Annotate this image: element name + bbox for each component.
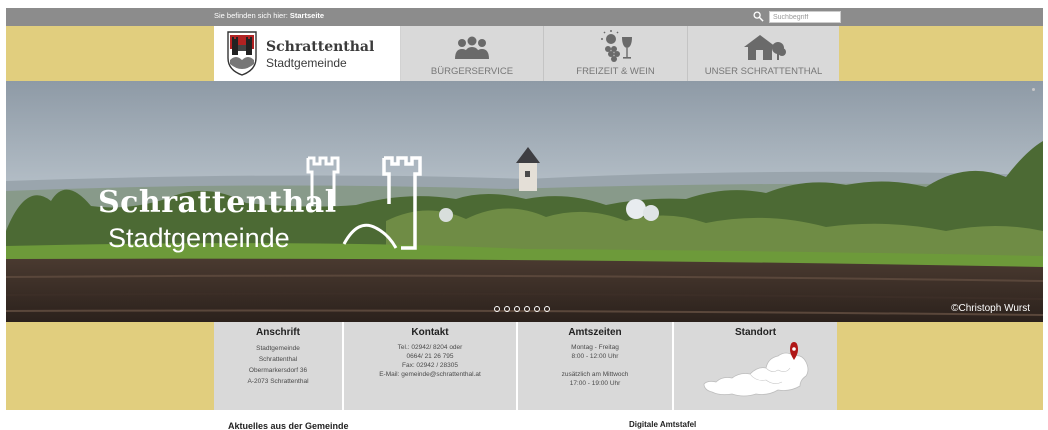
search-input[interactable] (769, 11, 841, 23)
logo-title: Schrattenthal (266, 39, 375, 55)
hero-slider[interactable]: Schrattenthal Stadtgemeinde ©Christoph W… (6, 81, 1043, 322)
info-band: Anschrift Stadtgemeinde Schrattenthal Ob… (6, 322, 1043, 410)
contact-email[interactable]: E-Mail: gemeinde@schrattenthal.at (344, 370, 516, 379)
slider-dots (494, 306, 550, 312)
main-content: Aktuelles aus der Gemeinde Digitale Amts… (213, 410, 835, 430)
hours-line: 17:00 - 19:00 Uhr (569, 380, 621, 387)
breadcrumb-current[interactable]: Startseite (290, 11, 324, 20)
logo-subtitle: Stadtgemeinde (266, 56, 347, 70)
nav-label: BÜRGERSERVICE (430, 66, 514, 77)
nav-buergerservice[interactable]: BÜRGERSERVICE (401, 26, 544, 81)
location-tile[interactable]: Standort (674, 322, 837, 410)
contact-tile: Kontakt Tel.: 02942/ 8204 oder 0664/ 21 … (344, 322, 518, 410)
slider-dot[interactable] (494, 306, 500, 312)
slider-dot[interactable] (544, 306, 550, 312)
hours-tile: Amtszeiten Montag - Freitag 8:00 - 12:00… (518, 322, 674, 410)
slider-dot[interactable] (524, 306, 530, 312)
coat-of-arms-icon (227, 31, 257, 76)
slider-dot[interactable] (504, 306, 510, 312)
nav-label: UNSER SCHRATTENTHAL (704, 66, 823, 77)
people-icon (455, 36, 489, 59)
address-line: Schrattenthal (258, 356, 298, 363)
contact-mobile[interactable]: 0664/ 21 26 795 (344, 352, 516, 361)
hours-line: Montag - Freitag (571, 344, 619, 351)
search-icon[interactable] (753, 11, 764, 22)
address-line: Obermarkersdorf 36 (248, 367, 308, 374)
slider-dot[interactable] (534, 306, 540, 312)
nav-freizeit-wein[interactable]: FREIZEIT & WEIN (544, 26, 688, 81)
site-logo[interactable]: Schrattenthal Stadtgemeinde (214, 26, 401, 81)
photo-credit: ©Christoph Wurst (951, 303, 1030, 314)
address-title: Anschrift (256, 327, 300, 338)
slider-dot[interactable] (514, 306, 520, 312)
address-tile: Anschrift Stadtgemeinde Schrattenthal Ob… (214, 322, 344, 410)
info-tiles: Anschrift Stadtgemeinde Schrattenthal Ob… (214, 322, 837, 410)
austria-map-icon[interactable] (702, 340, 812, 402)
nav-label: FREIZEIT & WEIN (576, 66, 655, 77)
notice-board-title: Digitale Amtstafel (629, 420, 697, 429)
nav-unser-schrattenthal[interactable]: UNSER SCHRATTENTHAL (688, 26, 839, 81)
hero-logo-subtitle: Stadtgemeinde (108, 223, 290, 253)
contact-phone[interactable]: Tel.: 02942/ 8204 oder (344, 343, 516, 352)
hero-logo-title: Schrattenthal (98, 185, 337, 220)
house-tree-icon (743, 35, 786, 60)
contact-title: Kontakt (411, 327, 449, 338)
address-line: Stadtgemeinde (256, 345, 300, 352)
breadcrumb-prefix: Sie befinden sich hier: (214, 11, 288, 20)
news-section-title: Aktuelles aus der Gemeinde (228, 421, 349, 430)
hours-line: zusätzlich am Mittwoch (561, 371, 629, 378)
hours-line: 8:00 - 12:00 Uhr (571, 353, 619, 360)
location-title: Standort (734, 327, 777, 338)
address-line: A-2073 Schrattenthal (247, 378, 309, 385)
leisure-wine-icon (600, 30, 632, 62)
slider-indicator (1032, 88, 1035, 91)
breadcrumb: Sie befinden sich hier: Startseite (214, 11, 324, 20)
header: Schrattenthal Stadtgemeinde BÜRGERSERVIC… (6, 26, 1043, 81)
hours-title: Amtszeiten (568, 327, 622, 338)
top-bar: Sie befinden sich hier: Startseite (6, 8, 1043, 26)
contact-fax: Fax: 02942 / 28305 (401, 362, 458, 369)
main-nav: Schrattenthal Stadtgemeinde BÜRGERSERVIC… (214, 26, 840, 81)
